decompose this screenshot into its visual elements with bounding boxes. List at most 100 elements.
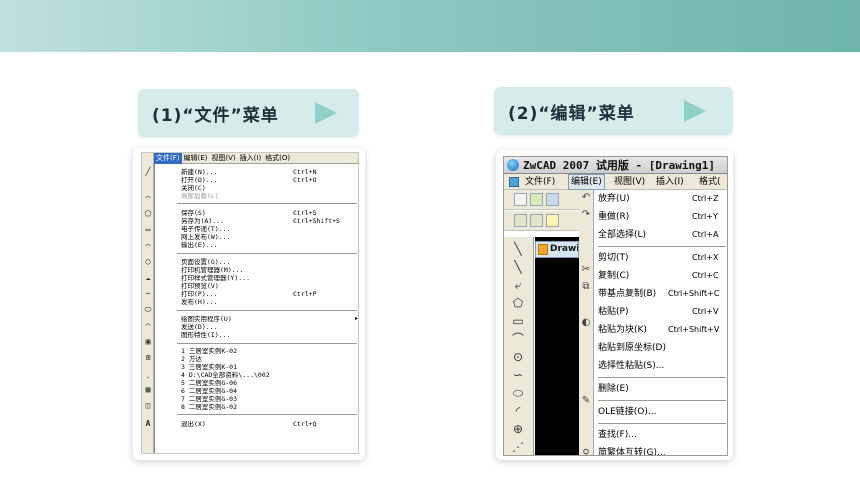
- new-file-icon[interactable]: [514, 193, 527, 206]
- drawing-area[interactable]: [535, 237, 579, 455]
- menu-item-paste-as-block[interactable]: 粘贴为块(K) Ctrl+Shift+V: [598, 322, 727, 338]
- drawing-tab[interactable]: Drawing1: [535, 241, 579, 258]
- menu-item-save-as[interactable]: 另存为(A)... Ctrl+Shift+S: [181, 217, 358, 225]
- menu-format[interactable]: 格式(O): [263, 153, 292, 164]
- recent-file-4[interactable]: 4 D:\CAD全部资料\...\002: [181, 371, 358, 379]
- menu-item-redo[interactable]: 重做(R) Ctrl+Y: [598, 209, 727, 225]
- menu-file[interactable]: 文件(F): [523, 174, 557, 190]
- menu-item-new[interactable]: 新建(N)... Ctrl+N: [181, 168, 358, 176]
- menu-item-find[interactable]: 查找(F)...: [598, 427, 727, 443]
- edit-menu-caption: (2)“编辑”菜单: [494, 87, 733, 135]
- text-tool-icon[interactable]: A: [143, 419, 153, 428]
- draw-toolbar: ╲ ╲ ⤶ ⬠ ▭ ⌒ ⊙ ∽ ⬭ ◜ ⊕ ⋰: [504, 237, 534, 455]
- zwcad-window: ZwCAD 2007 试用版 - [Drawing1] 文件(F) 编辑(E) …: [503, 156, 728, 456]
- menu-item-close[interactable]: 关闭(C): [181, 184, 358, 192]
- polygon-tool-icon[interactable]: ⬠: [510, 295, 526, 311]
- menu-item-drawing-utilities[interactable]: 绘图实用程序(U): [181, 315, 358, 323]
- menu-view[interactable]: 视图(V): [209, 153, 237, 164]
- menu-file[interactable]: 文件(F): [154, 153, 182, 164]
- menu-item-page-setup[interactable]: 页面设置(G)...: [181, 258, 358, 266]
- file-menu-caption: (1)“文件”菜单: [138, 89, 359, 137]
- line-tool-icon[interactable]: ╲: [510, 241, 526, 257]
- recent-file-2[interactable]: 2 万达: [181, 355, 358, 363]
- menu-item-delete[interactable]: 删除(E): [598, 381, 727, 397]
- menu-item-send[interactable]: 发送(D)...: [181, 323, 358, 331]
- ellipse-arc-tool-icon[interactable]: ◜: [510, 403, 526, 419]
- recent-file-7[interactable]: 7 二居室实例G-03: [181, 395, 358, 403]
- menu-item-cut[interactable]: 剪切(T) Ctrl+X: [598, 250, 727, 266]
- menu-insert[interactable]: 插入(I): [238, 153, 264, 164]
- circle-tool-icon[interactable]: ⊙: [510, 349, 526, 365]
- zwcad-app-icon: [507, 159, 519, 171]
- ellipse-tool-icon[interactable]: ⬭: [143, 305, 153, 314]
- point-tool-icon[interactable]: ·: [143, 373, 153, 382]
- ellipse-tool-icon[interactable]: ⬭: [510, 385, 526, 401]
- menu-view[interactable]: 视图(V): [612, 174, 647, 190]
- spline-tool-icon[interactable]: ∽: [510, 367, 526, 383]
- menu-item-convert-chinese[interactable]: 简繁体互转(G)...: [598, 445, 727, 455]
- hatch-tool-icon[interactable]: ▦: [143, 385, 153, 394]
- file-menubar: 文件(F) 编辑(E) 视图(V) 插入(I) 格式(O): [154, 153, 358, 164]
- rectangle-tool-icon[interactable]: ▭: [510, 313, 526, 329]
- menu-item-plot-style-manager[interactable]: 打印样式管理器(Y)...: [181, 274, 358, 282]
- menu-item-plot-preview[interactable]: 打印预览(V): [181, 282, 358, 290]
- menu-item-plotter-manager[interactable]: 打印机管理器(M)...: [181, 266, 358, 274]
- document-icon[interactable]: [509, 177, 519, 187]
- point-tool-icon[interactable]: ⋰: [510, 439, 526, 455]
- menu-item-exit[interactable]: 退出(X) Ctrl+Q: [181, 420, 358, 428]
- menu-item-copy[interactable]: 复制(C) Ctrl+C: [598, 268, 727, 284]
- find-icon: ⚲: [582, 448, 590, 456]
- region-tool-icon[interactable]: ◫: [143, 401, 153, 410]
- menu-item-copy-with-basepoint[interactable]: 带基点复制(B) Ctrl+Shift+C: [598, 286, 727, 302]
- save-icon[interactable]: [546, 193, 559, 206]
- polyline-tool-icon[interactable]: ⤶: [510, 277, 526, 293]
- menu-item-open[interactable]: 打开(O)... Ctrl+O: [181, 176, 358, 184]
- menu-item-publish[interactable]: 发布(H)...: [181, 298, 358, 306]
- open-file-icon[interactable]: [530, 193, 543, 206]
- menu-item-drawing-properties[interactable]: 图形特性(I)...: [181, 331, 358, 339]
- menu-edit[interactable]: 编辑(E): [182, 153, 210, 164]
- arc-tool-icon[interactable]: ⌒: [143, 241, 153, 250]
- edit-menubar: 文件(F) 编辑(E) 视图(V) 插入(I) 格式(: [504, 174, 727, 190]
- insert-block-tool-icon[interactable]: ⊕: [510, 421, 526, 437]
- menu-item-select-all[interactable]: 全部选择(L) Ctrl+A: [598, 227, 727, 243]
- lightbulb-icon[interactable]: [546, 214, 559, 227]
- layers-icon[interactable]: [514, 214, 527, 227]
- insert-block-tool-icon[interactable]: ▣: [143, 337, 153, 346]
- recent-file-5[interactable]: 5 二居室实例G-06: [181, 379, 358, 387]
- recent-file-1[interactable]: 1 三居室实例K-02: [181, 347, 358, 355]
- ellipse-arc-tool-icon[interactable]: ◠: [143, 321, 153, 330]
- menu-item-ole-links[interactable]: OLE链接(O)...: [598, 404, 727, 420]
- line-tool-icon[interactable]: ╱: [143, 167, 153, 176]
- arc-tool-icon[interactable]: ⌒: [510, 331, 526, 347]
- edit-menu-screenshot: ZwCAD 2007 试用版 - [Drawing1] 文件(F) 编辑(E) …: [496, 150, 733, 460]
- polygon-tool-icon[interactable]: ⬠: [143, 209, 153, 218]
- menu-item-etransmit[interactable]: 电子传递(T)...: [181, 225, 358, 233]
- menu-item-publish-web[interactable]: 网上发布(W)...: [181, 233, 358, 241]
- circle-tool-icon[interactable]: ◯: [143, 257, 153, 266]
- menu-item-paste[interactable]: 粘贴(P) Ctrl+V: [598, 304, 727, 320]
- menu-item-paste-original-coords[interactable]: 粘贴到原坐标(D): [598, 340, 727, 356]
- menu-item-paste-special[interactable]: 选择性粘贴(S)...: [598, 358, 727, 374]
- spline-tool-icon[interactable]: ∽: [143, 289, 153, 298]
- menu-separator: [598, 246, 726, 247]
- recent-file-8[interactable]: 8 二居室实例G-02: [181, 403, 358, 411]
- menu-item-plot[interactable]: 打印(P)... Ctrl+P: [181, 290, 358, 298]
- make-block-tool-icon[interactable]: ⊞: [143, 353, 153, 362]
- file-dropdown-menu: 新建(N)... Ctrl+N 打开(O)... Ctrl+O 关闭(C) 局部加载…: [154, 164, 358, 453]
- layer-state-icon[interactable]: [530, 214, 543, 227]
- ray-tool-icon[interactable]: ╲: [510, 259, 526, 275]
- menu-insert[interactable]: 插入(I): [654, 174, 686, 190]
- polyline-tool-icon[interactable]: ⌒: [143, 193, 153, 202]
- menu-item-undo[interactable]: 放弃(U) Ctrl+Z: [598, 191, 727, 207]
- recent-file-3[interactable]: 3 三居室实例K-01: [181, 363, 358, 371]
- window-title: ZwCAD 2007 试用版 - [Drawing1]: [523, 159, 715, 172]
- menu-item-partial-load: 局部加载(L): [181, 192, 219, 200]
- recent-file-6[interactable]: 6 二居室实例G-04: [181, 387, 358, 395]
- menu-item-export[interactable]: 输出(E)...: [181, 241, 358, 249]
- rectangle-tool-icon[interactable]: ▭: [143, 225, 153, 234]
- menu-format[interactable]: 格式(: [697, 174, 723, 190]
- menu-edit[interactable]: 编辑(E): [568, 174, 605, 190]
- menu-item-save[interactable]: 保存(S) Ctrl+S: [181, 209, 358, 217]
- cloud-tool-icon[interactable]: ☁: [143, 273, 153, 282]
